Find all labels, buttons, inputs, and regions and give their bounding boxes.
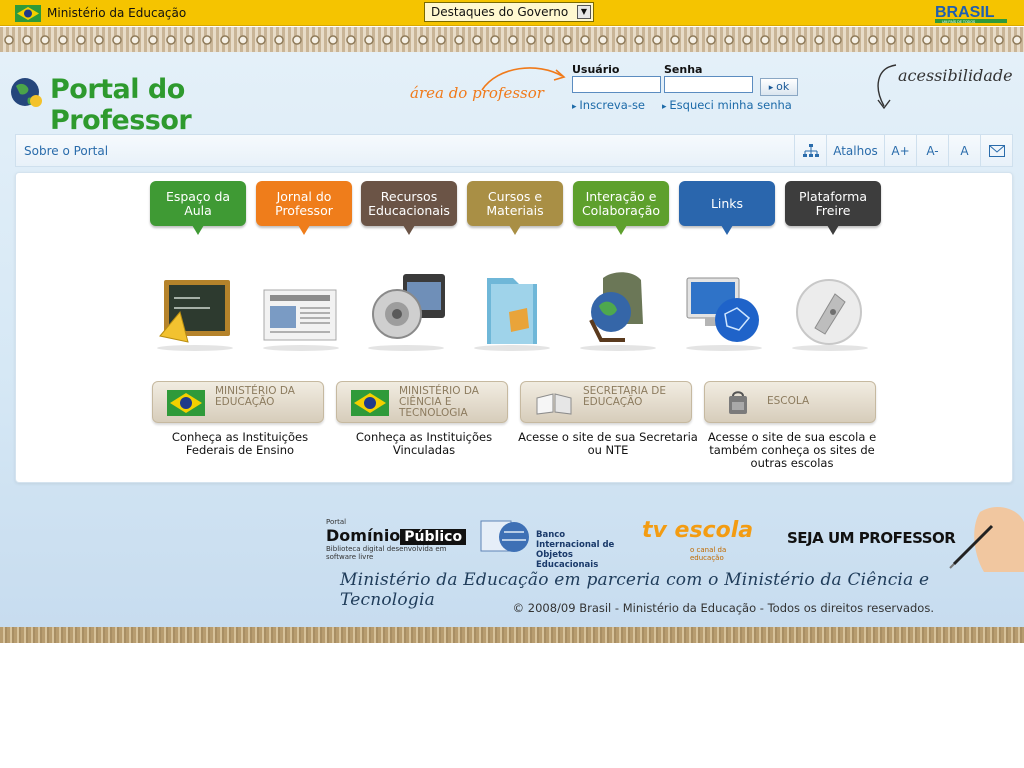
ministerio-educacao-button[interactable]: MINISTÉRIO DA EDUCAÇÃO bbox=[152, 381, 324, 423]
brasil-tagline: UM PAÍS DE TODOS bbox=[942, 20, 976, 24]
dominio-subtitle: Biblioteca digital desenvolvida em softw… bbox=[326, 545, 447, 561]
font-reset-label: A bbox=[960, 143, 969, 158]
chalkboard-icon[interactable] bbox=[150, 268, 240, 353]
institution-label: ESCOLA bbox=[767, 395, 810, 407]
site-logo[interactable]: Portal do Professor bbox=[10, 72, 330, 136]
nav-tools: Atalhos A+ A- A bbox=[794, 135, 1012, 166]
ok-label: ok bbox=[776, 80, 790, 93]
accessibility-link[interactable]: acessibilidade bbox=[874, 62, 1019, 112]
pen-nib-icon[interactable] bbox=[785, 268, 875, 353]
shortcuts-label: Atalhos bbox=[833, 143, 878, 158]
password-input[interactable] bbox=[664, 76, 753, 93]
shortcuts-link[interactable]: Atalhos bbox=[826, 135, 884, 166]
bottom-band bbox=[0, 627, 1024, 643]
dominio-publico-logo[interactable]: Portal Domínio Público Biblioteca digital… bbox=[326, 518, 467, 561]
ministerio-ciencia-tecnologia-button[interactable]: MINISTÉRIO DA CIÊNCIA E TECNOLOGIA bbox=[336, 381, 508, 423]
brasil-logo-text: BRASIL bbox=[935, 4, 995, 21]
curved-arrow-icon bbox=[481, 67, 566, 91]
institution-desc[interactable]: Conheça as Instituições Federais de Ensi… bbox=[150, 431, 330, 457]
menu-recursos-educacionais[interactable]: Recursos Educacionais bbox=[361, 181, 457, 235]
menu-jornal-do-professor[interactable]: Jornal do Professor bbox=[256, 181, 352, 235]
government-highlights-select[interactable]: Destaques do Governo ▼ bbox=[424, 2, 594, 22]
bioe-icon bbox=[480, 520, 529, 552]
menu-espaco-da-aula[interactable]: Espaço da Aula bbox=[150, 181, 246, 235]
tv-escola-subtitle: o canal da educação bbox=[690, 546, 727, 562]
mail-icon[interactable] bbox=[980, 135, 1012, 166]
select-value: Destaques do Governo bbox=[431, 5, 569, 19]
font-decrease-label: A- bbox=[926, 143, 939, 158]
password-label: Senha bbox=[664, 63, 703, 76]
menu-label: Plataforma Freire bbox=[798, 188, 868, 218]
dominio-small-label: Portal bbox=[326, 518, 347, 526]
site-title: Portal do Professor bbox=[50, 74, 192, 136]
username-input[interactable] bbox=[572, 76, 661, 93]
curved-arrow-down-icon bbox=[877, 64, 897, 110]
username-label: Usuário bbox=[572, 63, 620, 76]
menu-cursos-e-materiais[interactable]: Cursos e Materiais bbox=[467, 181, 563, 235]
institution-desc[interactable]: Conheça as Instituições Vinculadas bbox=[334, 431, 514, 457]
signup-link[interactable]: Inscreva-se bbox=[572, 98, 645, 112]
globe-icon bbox=[11, 78, 42, 107]
font-increase-button[interactable]: A+ bbox=[884, 135, 916, 166]
menu-label: Interação e Colaboração bbox=[581, 188, 661, 218]
open-book-icon bbox=[536, 393, 572, 415]
dominio-name: Domínio bbox=[326, 526, 401, 545]
school-bag-icon bbox=[729, 391, 747, 414]
government-bar: Ministério da Educação Destaques do Gove… bbox=[0, 0, 1024, 26]
secretaria-educacao-button[interactable]: SECRETARIA DE EDUCAÇÃO bbox=[520, 381, 692, 423]
computer-network-icon[interactable] bbox=[679, 268, 769, 353]
menu-label: Jornal do Professor bbox=[275, 188, 333, 218]
brazil-flag-icon bbox=[351, 390, 389, 416]
institution-label: MINISTÉRIO DA EDUCAÇÃO bbox=[215, 385, 295, 408]
chevron-down-icon[interactable]: ▼ bbox=[577, 5, 591, 19]
font-reset-button[interactable]: A bbox=[948, 135, 980, 166]
menu-label: Links bbox=[710, 195, 744, 211]
bioe-label: Banco Internacional de Objetos Educacion… bbox=[536, 530, 615, 570]
escola-button[interactable]: ESCOLA bbox=[704, 381, 876, 423]
folder-materials-icon[interactable] bbox=[467, 268, 557, 353]
tv-escola-label: tv escola bbox=[642, 518, 754, 543]
institution-desc[interactable]: Acesse o site de sua Secretaria ou NTE bbox=[518, 431, 698, 457]
menu-label: Cursos e Materiais bbox=[486, 188, 544, 218]
seja-um-professor-link[interactable]: SEJA UM PROFESSOR bbox=[787, 529, 956, 547]
brazil-flag-icon bbox=[167, 390, 205, 416]
font-decrease-button[interactable]: A- bbox=[916, 135, 948, 166]
institution-desc[interactable]: Acesse o site de sua escola e também con… bbox=[702, 431, 882, 470]
accessibility-label: acessibilidade bbox=[898, 66, 1013, 85]
menu-links[interactable]: Links bbox=[679, 181, 775, 235]
tv-escola-logo[interactable]: tv escola o canal da educação bbox=[642, 518, 754, 562]
menu-plataforma-freire[interactable]: Plataforma Freire bbox=[785, 181, 881, 235]
top-nav: Sobre o Portal Atalhos A+ A- A bbox=[15, 134, 1013, 167]
login-ok-button[interactable]: ok bbox=[760, 78, 798, 96]
institution-label: SECRETARIA DE EDUCAÇÃO bbox=[583, 385, 666, 408]
about-portal-link[interactable]: Sobre o Portal bbox=[24, 144, 108, 158]
menu-label: Recursos Educacionais bbox=[368, 188, 450, 218]
brazil-flag-icon[interactable] bbox=[15, 5, 41, 22]
bioe-logo[interactable]: Banco Internacional de Objetos Educacion… bbox=[480, 518, 620, 570]
newspaper-icon[interactable] bbox=[256, 268, 346, 353]
hand-writing-icon bbox=[949, 507, 1024, 572]
dominio-pub: Público bbox=[400, 529, 467, 545]
ministry-link[interactable]: Ministério da Educação bbox=[47, 6, 186, 20]
menu-label: Espaço da Aula bbox=[165, 188, 231, 218]
sitemap-icon[interactable] bbox=[794, 135, 826, 166]
spiral-binding bbox=[0, 27, 1024, 52]
menu-interacao-e-colaboracao[interactable]: Interação e Colaboração bbox=[573, 181, 669, 235]
media-resources-icon[interactable] bbox=[361, 268, 451, 353]
font-increase-label: A+ bbox=[891, 143, 910, 158]
brasil-logo[interactable]: BRASIL UM PAÍS DE TODOS bbox=[934, 2, 1008, 24]
copyright-text: © 2008/09 Brasil - Ministério da Educaçã… bbox=[512, 601, 934, 615]
forgot-password-link[interactable]: Esqueci minha senha bbox=[662, 98, 791, 112]
headset-globe-icon[interactable] bbox=[573, 268, 663, 353]
institution-label: MINISTÉRIO DA CIÊNCIA E TECNOLOGIA bbox=[399, 385, 479, 419]
